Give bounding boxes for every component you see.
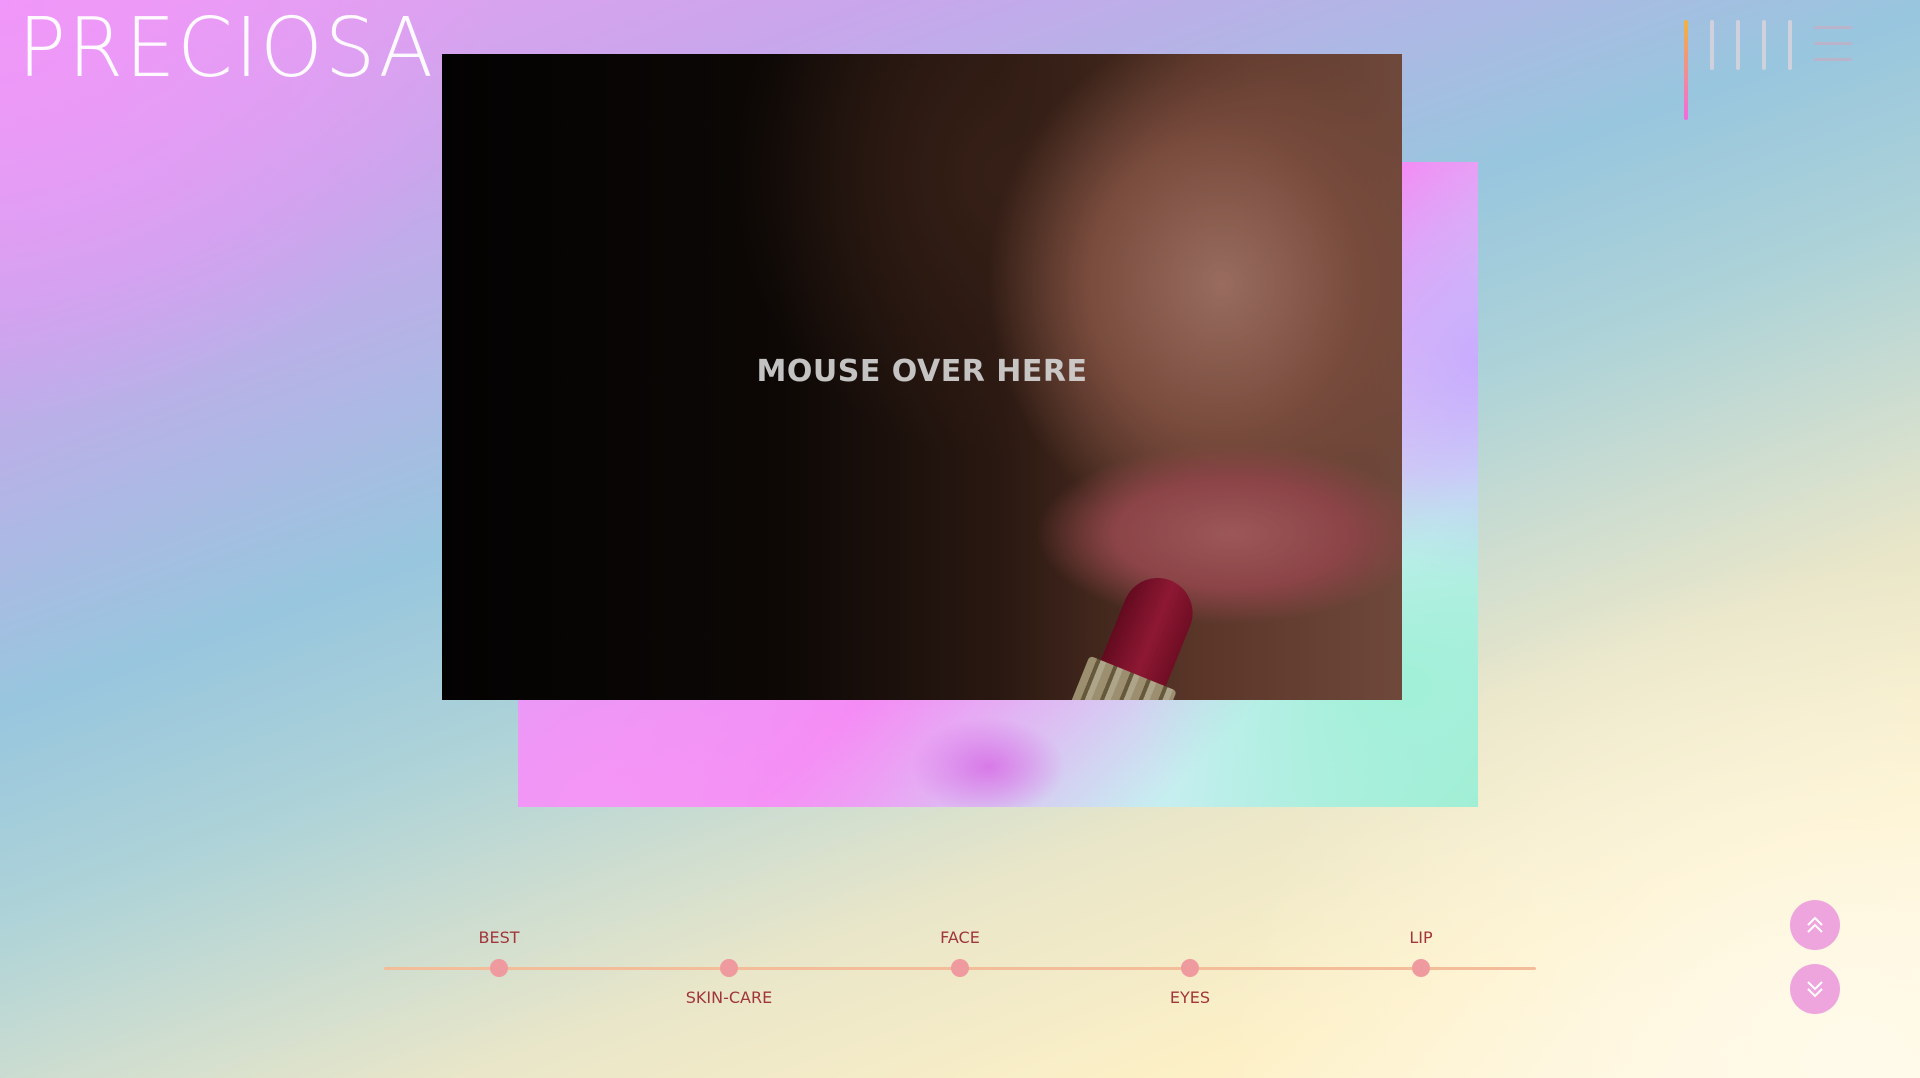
page-indicator-bar[interactable] [1762, 20, 1766, 70]
timeline-item-best[interactable]: BEST [478, 920, 520, 1010]
timeline-dot[interactable] [490, 959, 508, 977]
timeline-item-face[interactable]: FACE [940, 920, 980, 1010]
double-chevron-down-icon [1807, 981, 1823, 998]
page-indicator-bar-active[interactable] [1684, 20, 1688, 120]
logo[interactable]: PRECIOSA [18, 8, 435, 90]
double-chevron-up-icon [1807, 916, 1823, 933]
timeline-label: FACE [940, 928, 980, 947]
timeline-label: EYES [1169, 988, 1211, 1007]
page-indicator-bar[interactable] [1788, 20, 1792, 70]
timeline-label: LIP [1409, 928, 1433, 947]
timeline-item-lip[interactable]: LIP [1409, 920, 1433, 1010]
timeline-dot[interactable] [1412, 959, 1430, 977]
timeline-dot[interactable] [1181, 959, 1199, 977]
category-timeline: BEST SKIN-CARE FACE EYES LIP [384, 920, 1536, 1010]
page-indicator [1684, 20, 1792, 120]
hero-image[interactable]: MOUSE OVER HERE [442, 54, 1402, 700]
page-indicator-bar[interactable] [1710, 20, 1714, 70]
timeline-dot[interactable] [951, 959, 969, 977]
timeline-item-eyes[interactable]: EYES [1170, 920, 1210, 1010]
hamburger-menu-icon[interactable] [1812, 24, 1856, 68]
page-indicator-bar[interactable] [1736, 20, 1740, 70]
hero-cta-text: MOUSE OVER HERE [756, 354, 1088, 389]
timeline-item-skin-care[interactable]: SKIN-CARE [686, 920, 772, 1010]
timeline-dot[interactable] [720, 959, 738, 977]
scroll-down-button[interactable] [1790, 964, 1840, 1014]
scroll-up-button[interactable] [1790, 900, 1840, 950]
timeline-label: SKIN-CARE [685, 988, 773, 1007]
timeline-label: BEST [478, 928, 520, 947]
